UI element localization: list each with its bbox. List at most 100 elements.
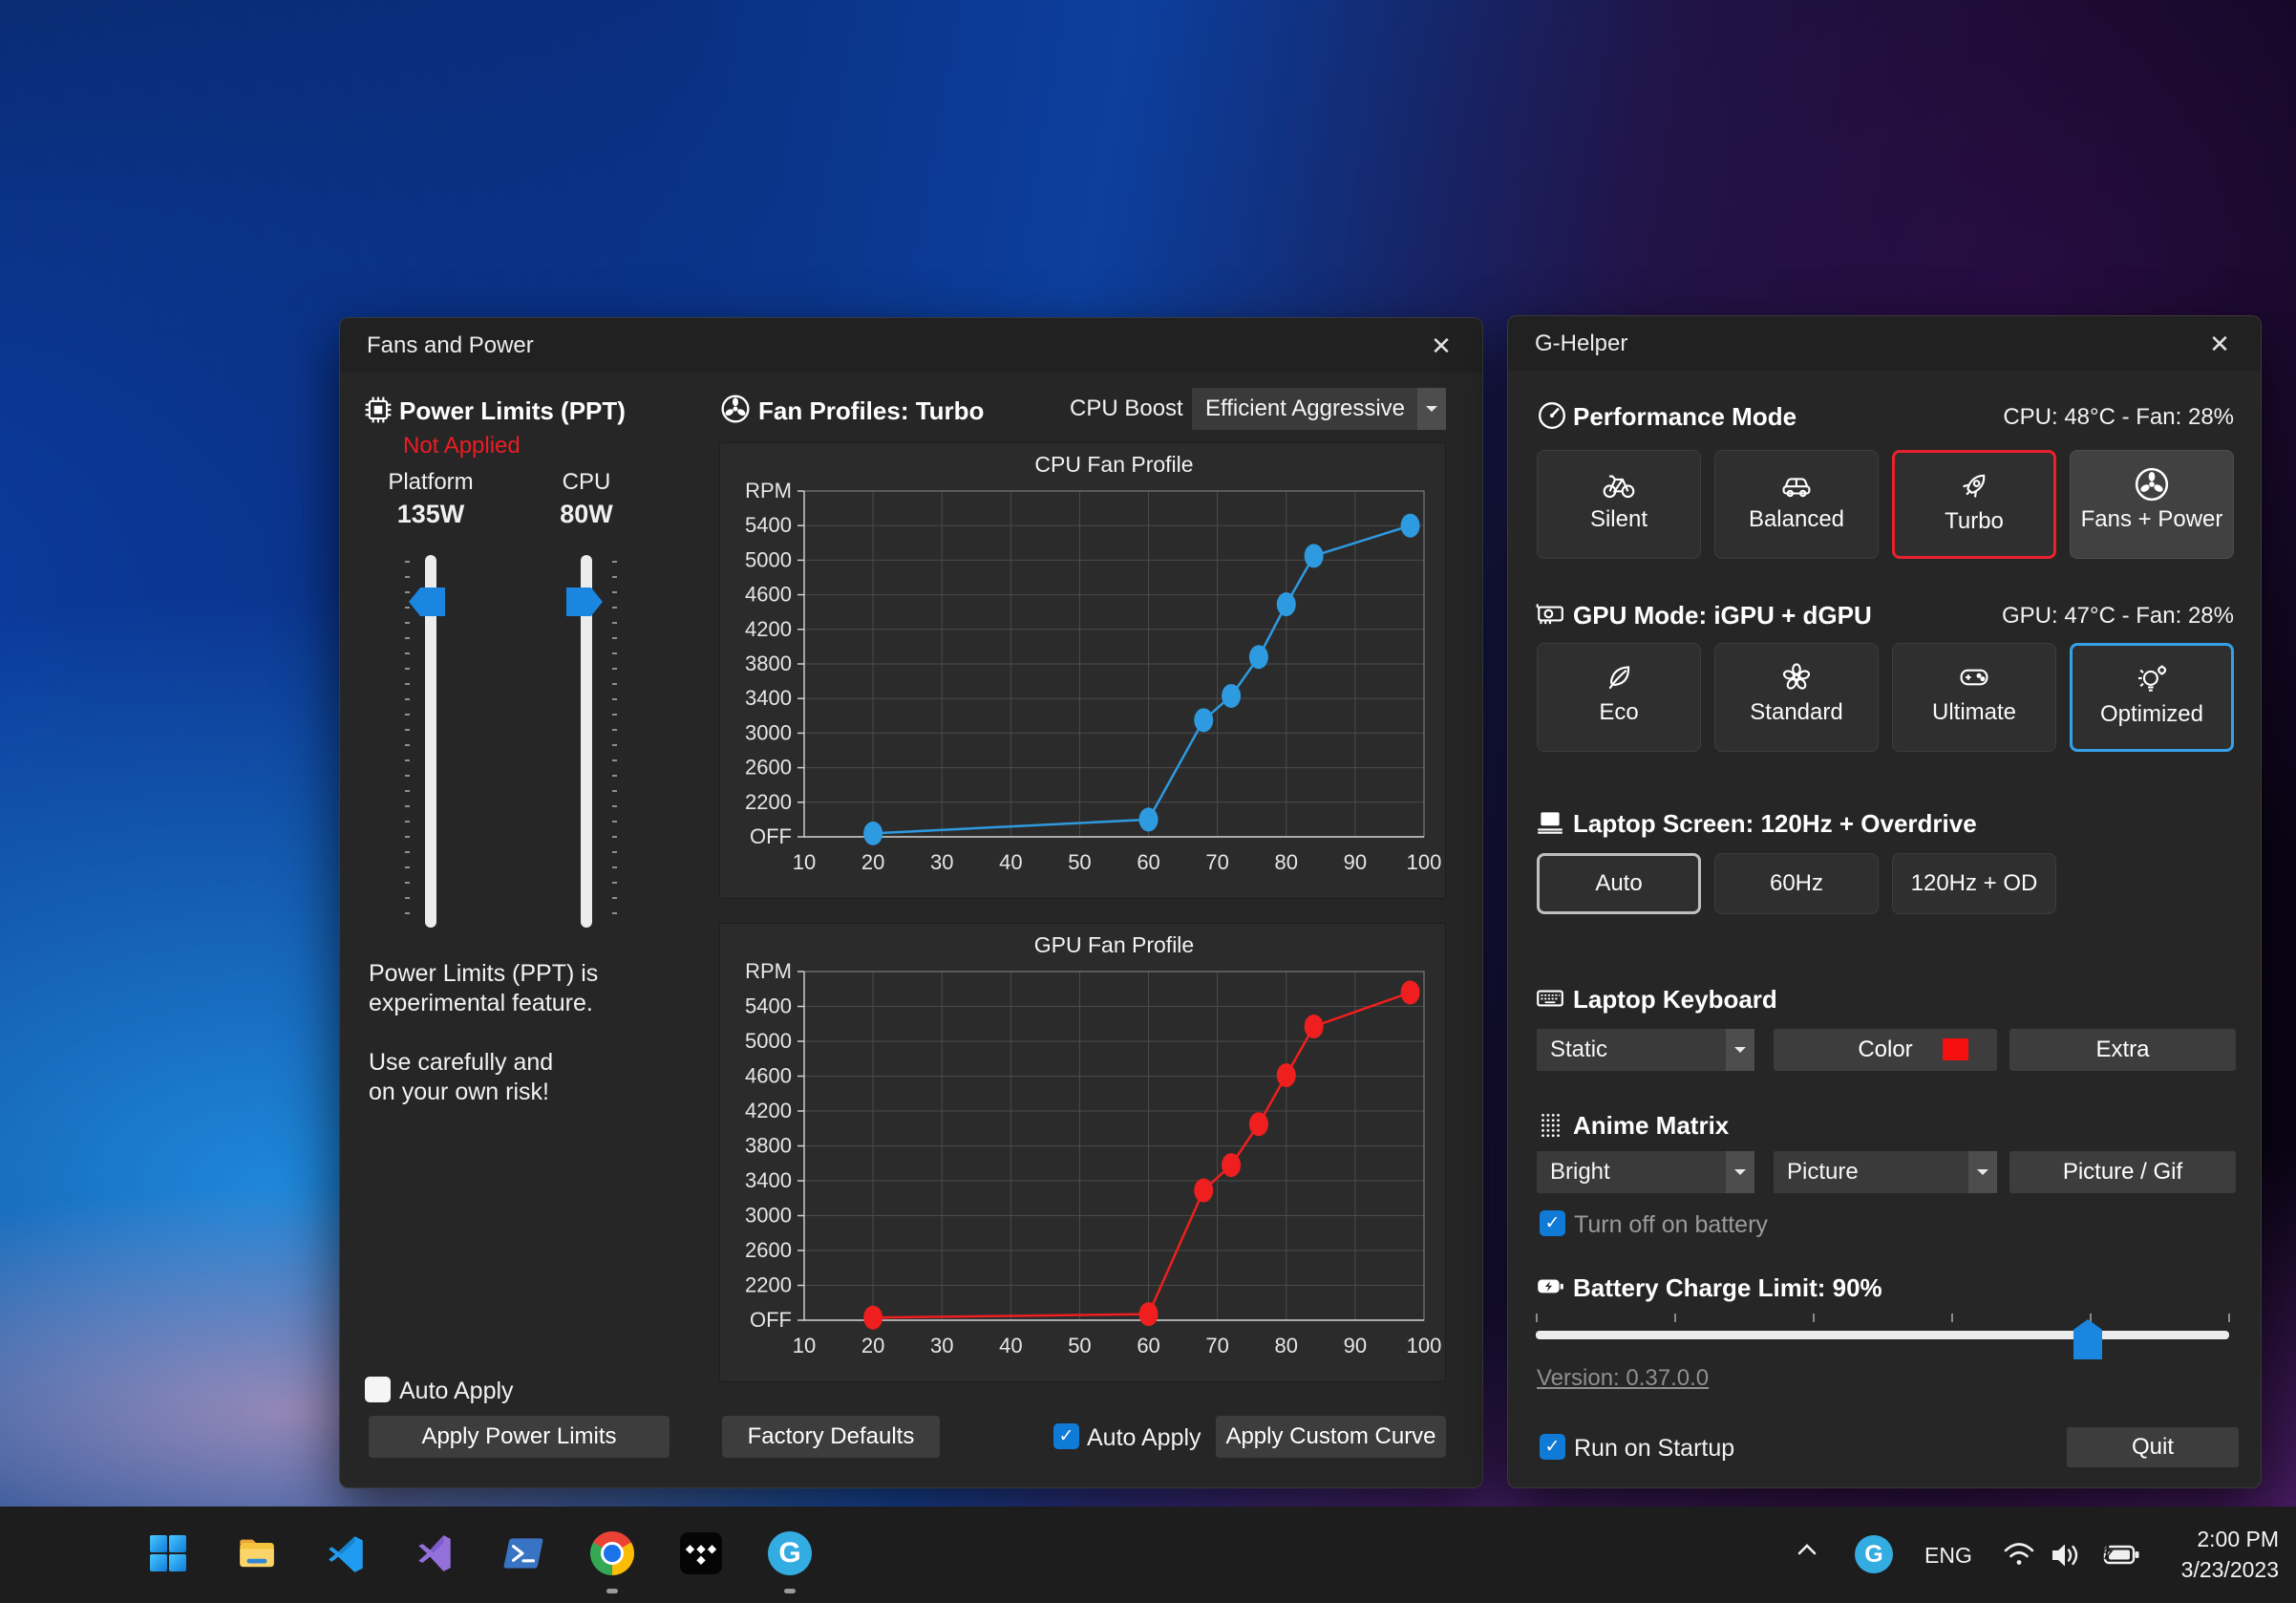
wifi-icon[interactable] [2000, 1539, 2044, 1583]
volume-icon[interactable] [2047, 1539, 2091, 1583]
flower-icon [1715, 659, 1878, 697]
eco-mode-button[interactable]: Eco [1537, 643, 1701, 752]
keyboard-color-button[interactable]: Color [1774, 1029, 1997, 1071]
ghelper-titlebar[interactable]: G-Helper ✕ [1508, 316, 2261, 371]
fan-icon [720, 394, 751, 424]
svg-text:3800: 3800 [745, 1134, 792, 1158]
gpu-card-icon [1535, 599, 1565, 630]
svg-text:60: 60 [1137, 1334, 1159, 1357]
platform-slider-thumb[interactable] [409, 588, 445, 616]
matrix-picture-gif-button[interactable]: Picture / Gif [2009, 1151, 2236, 1193]
screen-60hz-button[interactable]: 60Hz [1714, 853, 1879, 914]
turn-off-on-battery-checkbox[interactable] [1540, 1210, 1565, 1236]
power-auto-apply-checkbox[interactable] [365, 1377, 391, 1402]
tray-clock[interactable]: 2:00 PM 3/23/2023 [2181, 1524, 2279, 1585]
matrix-brightness-value: Bright [1537, 1151, 1726, 1193]
keyboard-mode-dropdown[interactable]: Static [1537, 1029, 1754, 1071]
visual-studio-icon[interactable] [413, 1531, 457, 1575]
svg-text:4600: 4600 [745, 583, 792, 607]
svg-text:20: 20 [861, 850, 884, 874]
color-swatch[interactable] [1943, 1038, 1968, 1060]
g-helper-window: G-Helper ✕ Performance Mode CPU: 48°C - … [1507, 315, 2262, 1488]
silent-mode-button[interactable]: Silent [1537, 450, 1701, 559]
svg-text:4600: 4600 [745, 1064, 792, 1088]
svg-text:5400: 5400 [745, 513, 792, 537]
ghelper-title: G-Helper [1535, 316, 1627, 371]
keyboard-extra-button[interactable]: Extra [2009, 1029, 2236, 1071]
chrome-icon[interactable] [590, 1531, 634, 1575]
turbo-mode-button[interactable]: Turbo [1892, 450, 2056, 559]
cpu-fan-chart[interactable]: 102030405060708090100OFF2200260030003400… [719, 442, 1446, 899]
apply-custom-curve-button[interactable]: Apply Custom Curve [1216, 1416, 1446, 1458]
screen-120hz-od-button[interactable]: 120Hz + OD [1892, 853, 2056, 914]
windows-start-button[interactable] [146, 1531, 190, 1575]
bulb-gear-icon [2073, 661, 2231, 699]
fans-window-titlebar[interactable]: Fans and Power ✕ [340, 318, 1482, 373]
fans-power-button[interactable]: Fans + Power [2070, 450, 2234, 559]
svg-text:3000: 3000 [745, 720, 792, 744]
warning-text: Power Limits (PPT) is [369, 960, 598, 988]
powershell-icon[interactable] [501, 1531, 545, 1575]
svg-text:50: 50 [1068, 1334, 1091, 1357]
close-icon[interactable]: ✕ [1425, 330, 1457, 362]
screen-auto-button[interactable]: Auto [1537, 853, 1701, 914]
performance-mode-header: Performance Mode [1573, 402, 1796, 432]
tray-chevron-up-icon[interactable] [1792, 1539, 1836, 1583]
rocket-icon [1895, 468, 2053, 506]
optimized-mode-button[interactable]: Optimized [2070, 643, 2234, 752]
ultimate-mode-button[interactable]: Ultimate [1892, 643, 2056, 752]
battery-slider-thumb[interactable] [2073, 1319, 2102, 1359]
run-on-startup-checkbox[interactable] [1540, 1434, 1565, 1460]
anime-matrix-header: Anime Matrix [1573, 1111, 1729, 1141]
battery-slider-track[interactable] [1536, 1331, 2229, 1339]
svg-text:90: 90 [1344, 850, 1367, 874]
svg-text:70: 70 [1205, 850, 1228, 874]
quit-button[interactable]: Quit [2067, 1427, 2239, 1467]
cpu-boost-label: CPU Boost [1070, 388, 1183, 430]
version-link[interactable]: Version: 0.37.0.0 [1537, 1365, 1709, 1392]
chevron-down-icon[interactable] [1726, 1151, 1754, 1193]
matrix-brightness-dropdown[interactable]: Bright [1537, 1151, 1754, 1193]
file-explorer-icon[interactable] [235, 1531, 279, 1575]
taskbar: G G ENG [0, 1507, 2296, 1603]
keyboard-icon [1535, 983, 1565, 1014]
close-icon[interactable]: ✕ [2203, 328, 2236, 360]
g-helper-taskbar-icon[interactable]: G [768, 1531, 812, 1575]
svg-text:OFF: OFF [750, 824, 792, 848]
keyboard-mode-value: Static [1537, 1029, 1726, 1071]
svg-text:5400: 5400 [745, 994, 792, 1018]
apply-power-limits-button[interactable]: Apply Power Limits [369, 1416, 670, 1458]
power-limits-status: Not Applied [403, 433, 521, 460]
anime-matrix-icon [1535, 1109, 1565, 1140]
battery-tray-icon[interactable] [2097, 1539, 2141, 1583]
cpu-boost-dropdown[interactable]: Efficient Aggressive [1192, 388, 1446, 430]
curve-auto-apply-checkbox[interactable] [1053, 1423, 1079, 1449]
svg-text:3400: 3400 [745, 686, 792, 710]
chevron-down-icon[interactable] [1968, 1151, 1997, 1193]
cpu-slider-label: CPU 80W [524, 469, 648, 529]
desktop: Fans and Power ✕ Power Limits (PPT) Not … [0, 0, 2296, 1603]
svg-text:100: 100 [1407, 850, 1442, 874]
battery-icon [1535, 1272, 1565, 1302]
bicycle-icon [1538, 466, 1700, 504]
vscode-icon[interactable] [324, 1531, 368, 1575]
turn-off-on-battery-label: Turn off on battery [1574, 1211, 1768, 1239]
laptop-screen-icon [1535, 807, 1565, 838]
tidal-icon[interactable] [679, 1531, 723, 1575]
warning-text: on your own risk! [369, 1079, 549, 1106]
matrix-mode-dropdown[interactable]: Picture [1774, 1151, 1997, 1193]
chevron-down-icon[interactable] [1417, 388, 1446, 430]
tray-g-helper-icon[interactable]: G [1855, 1535, 1893, 1573]
chip-icon [363, 395, 393, 425]
svg-text:2200: 2200 [745, 1273, 792, 1297]
gpu-fan-chart[interactable]: 102030405060708090100OFF2200260030003400… [719, 923, 1446, 1382]
power-auto-apply-label: Auto Apply [399, 1378, 514, 1405]
standard-mode-button[interactable]: Standard [1714, 643, 1879, 752]
matrix-mode-value: Picture [1774, 1151, 1968, 1193]
cpu-slider-thumb[interactable] [566, 588, 603, 616]
tray-language[interactable]: ENG [1924, 1543, 1972, 1569]
factory-defaults-button[interactable]: Factory Defaults [722, 1416, 940, 1458]
chevron-down-icon[interactable] [1726, 1029, 1754, 1071]
fan-icon [2071, 466, 2233, 504]
balanced-mode-button[interactable]: Balanced [1714, 450, 1879, 559]
